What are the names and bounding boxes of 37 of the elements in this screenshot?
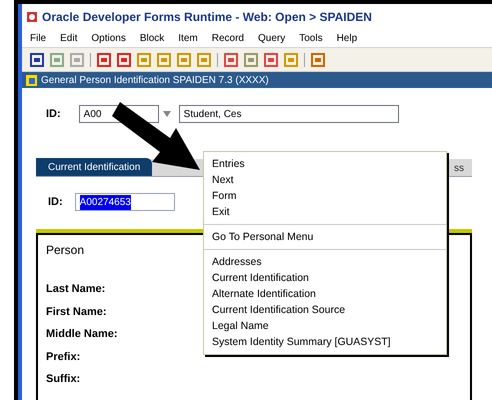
menu-item[interactable]: Legal Name: [204, 318, 446, 334]
person-heading: Person: [46, 242, 86, 259]
field-label: Middle Name:: [46, 327, 118, 342]
dropdown-icon[interactable]: [162, 111, 171, 117]
name-field: Student, Ces: [178, 105, 399, 123]
menu-item[interactable]: Item: [178, 31, 198, 46]
field-label: Last Name:: [46, 282, 106, 297]
menu-item[interactable]: Query: [258, 31, 286, 46]
menu-item[interactable]: Block: [140, 31, 164, 46]
form-icon: [26, 74, 37, 86]
menu-item[interactable]: Entries: [204, 156, 446, 172]
menu-item[interactable]: Options: [91, 31, 126, 46]
menu-item[interactable]: File: [30, 31, 46, 46]
field-label: First Name:: [46, 304, 107, 320]
form-title: General Person Identification SPAIDEN 7.3 (XXXX): [41, 74, 269, 88]
menu-item[interactable]: Exit: [204, 204, 446, 220]
menu-item[interactable]: Help: [336, 31, 358, 46]
window-title: Oracle Developer Forms Runtime - Web: Open > SPAIDEN: [42, 9, 372, 26]
tab[interactable]: Current Identification: [36, 158, 152, 176]
field-label: Suffix:: [46, 372, 80, 387]
id-input[interactable]: A00274653: [74, 193, 175, 211]
id-label: ID:: [48, 194, 63, 210]
menu-item[interactable]: Current Identification Source: [204, 302, 446, 318]
menu-item[interactable]: Tools: [299, 31, 323, 46]
menu-item[interactable]: Next: [204, 172, 446, 188]
menu-item[interactable]: Edit: [60, 31, 78, 46]
id-label: ID:: [46, 106, 61, 122]
menu-item[interactable]: Current Identification: [204, 270, 446, 286]
menu-item[interactable]: Record: [212, 31, 244, 46]
menu-item[interactable]: System Identity Summary [GUASYST]: [204, 334, 446, 350]
menu-item[interactable]: Addresses: [204, 254, 446, 270]
field-label: Prefix:: [46, 350, 80, 364]
tab[interactable]: ss: [446, 160, 472, 176]
app-icon: [26, 11, 38, 23]
menu-item[interactable]: Alternate Identification: [204, 286, 446, 302]
menu-item[interactable]: Go To Personal Menu: [204, 229, 446, 245]
menu-item[interactable]: Form: [204, 188, 446, 204]
